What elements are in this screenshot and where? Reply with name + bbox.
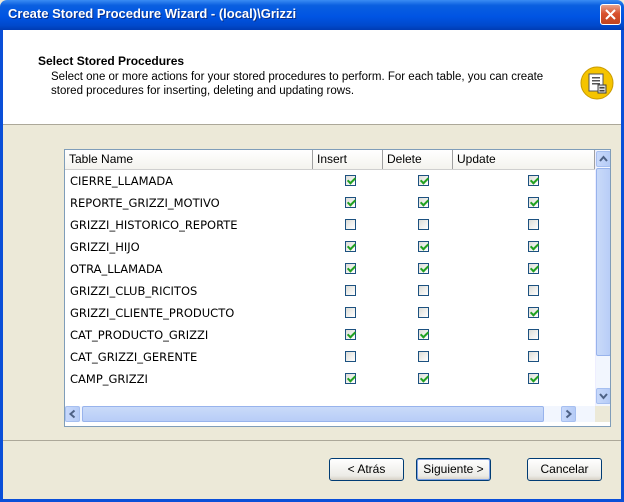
vertical-scrollbar[interactable]	[595, 150, 610, 406]
horizontal-scrollbar[interactable]	[65, 406, 595, 422]
chevron-down-icon	[599, 393, 608, 400]
column-header-insert[interactable]: Insert	[313, 150, 383, 169]
delete-checkbox[interactable]	[418, 307, 429, 318]
cancel-button[interactable]: Cancelar	[527, 458, 602, 481]
delete-checkbox[interactable]	[418, 285, 429, 296]
table-row[interactable]: REPORTE_GRIZZI_MOTIVO	[65, 192, 595, 214]
close-icon	[605, 9, 616, 20]
delete-checkbox[interactable]	[418, 219, 429, 230]
table-name-cell: GRIZZI_CLIENTE_PRODUCTO	[70, 306, 235, 320]
table-row[interactable]: CIERRE_LLAMADA	[65, 170, 595, 192]
table-row[interactable]: CAMP_GRIZZI	[65, 368, 595, 390]
delete-checkbox[interactable]	[418, 197, 429, 208]
close-button[interactable]	[600, 4, 621, 25]
update-checkbox[interactable]	[528, 329, 539, 340]
column-header-table-name[interactable]: Table Name	[65, 150, 313, 169]
page-title: Select Stored Procedures	[38, 54, 185, 68]
table-row[interactable]: CAT_PRODUCTO_GRIZZI	[65, 324, 595, 346]
insert-checkbox[interactable]	[345, 263, 356, 274]
table-row[interactable]: CAT_GRIZZI_GERENTE	[65, 346, 595, 368]
update-checkbox[interactable]	[528, 307, 539, 318]
delete-checkbox[interactable]	[418, 263, 429, 274]
insert-checkbox[interactable]	[345, 197, 356, 208]
wizard-header: Select Stored Procedures Select one or m…	[3, 30, 621, 125]
next-button[interactable]: Siguiente >	[416, 458, 491, 481]
table-row[interactable]: GRIZZI_HIJO	[65, 236, 595, 258]
table-row[interactable]: GRIZZI_HISTORICO_REPORTE	[65, 214, 595, 236]
window-title: Create Stored Procedure Wizard - (local)…	[8, 6, 297, 21]
delete-checkbox[interactable]	[418, 351, 429, 362]
update-checkbox[interactable]	[528, 241, 539, 252]
table-row[interactable]: GRIZZI_CLIENTE_PRODUCTO	[65, 302, 595, 324]
insert-checkbox[interactable]	[345, 175, 356, 186]
insert-checkbox[interactable]	[345, 329, 356, 340]
table-row[interactable]: GRIZZI_CLUB_RICITOS	[65, 280, 595, 302]
update-checkbox[interactable]	[528, 197, 539, 208]
column-header-update[interactable]: Update	[453, 150, 595, 169]
page-description: Select one or more actions for your stor…	[51, 71, 544, 97]
table-name-cell: REPORTE_GRIZZI_MOTIVO	[70, 196, 220, 210]
insert-checkbox[interactable]	[345, 285, 356, 296]
table-row[interactable]: OTRA_LLAMADA	[65, 258, 595, 280]
scroll-up-button[interactable]	[596, 151, 610, 167]
chevron-left-icon	[68, 409, 76, 419]
delete-checkbox[interactable]	[418, 373, 429, 384]
grid-header: Table Name Insert Delete Update	[65, 150, 595, 170]
insert-checkbox[interactable]	[345, 241, 356, 252]
table-name-cell: CAT_PRODUCTO_GRIZZI	[70, 328, 209, 342]
delete-checkbox[interactable]	[418, 241, 429, 252]
update-checkbox[interactable]	[528, 285, 539, 296]
insert-checkbox[interactable]	[345, 351, 356, 362]
update-checkbox[interactable]	[528, 351, 539, 362]
table-name-cell: GRIZZI_CLUB_RICITOS	[70, 284, 198, 298]
table-name-cell: CIERRE_LLAMADA	[70, 174, 173, 188]
column-header-delete[interactable]: Delete	[383, 150, 453, 169]
chevron-right-icon	[565, 409, 573, 419]
stored-procedures-grid[interactable]: Table Name Insert Delete Update CIERRE_L…	[64, 149, 611, 427]
table-name-cell: CAMP_GRIZZI	[70, 372, 148, 386]
update-checkbox[interactable]	[528, 373, 539, 384]
update-checkbox[interactable]	[528, 175, 539, 186]
chevron-up-icon	[599, 155, 608, 162]
insert-checkbox[interactable]	[345, 373, 356, 384]
scroll-left-button[interactable]	[65, 406, 80, 422]
insert-checkbox[interactable]	[345, 307, 356, 318]
scroll-down-button[interactable]	[596, 388, 610, 404]
vertical-scroll-thumb[interactable]	[596, 168, 610, 356]
table-name-cell: GRIZZI_HISTORICO_REPORTE	[70, 218, 238, 232]
footer-separator	[3, 440, 621, 441]
table-name-cell: OTRA_LLAMADA	[70, 262, 163, 276]
stored-procedure-icon	[580, 66, 614, 100]
horizontal-scroll-thumb[interactable]	[82, 406, 544, 422]
update-checkbox[interactable]	[528, 263, 539, 274]
scroll-right-button[interactable]	[561, 406, 576, 422]
back-button[interactable]: < Atrás	[329, 458, 404, 481]
delete-checkbox[interactable]	[418, 329, 429, 340]
table-name-cell: GRIZZI_HIJO	[70, 240, 140, 254]
table-name-cell: CAT_GRIZZI_GERENTE	[70, 350, 198, 364]
scrollbar-corner	[595, 406, 610, 422]
title-bar[interactable]: Create Stored Procedure Wizard - (local)…	[0, 0, 624, 30]
update-checkbox[interactable]	[528, 219, 539, 230]
insert-checkbox[interactable]	[345, 219, 356, 230]
delete-checkbox[interactable]	[418, 175, 429, 186]
